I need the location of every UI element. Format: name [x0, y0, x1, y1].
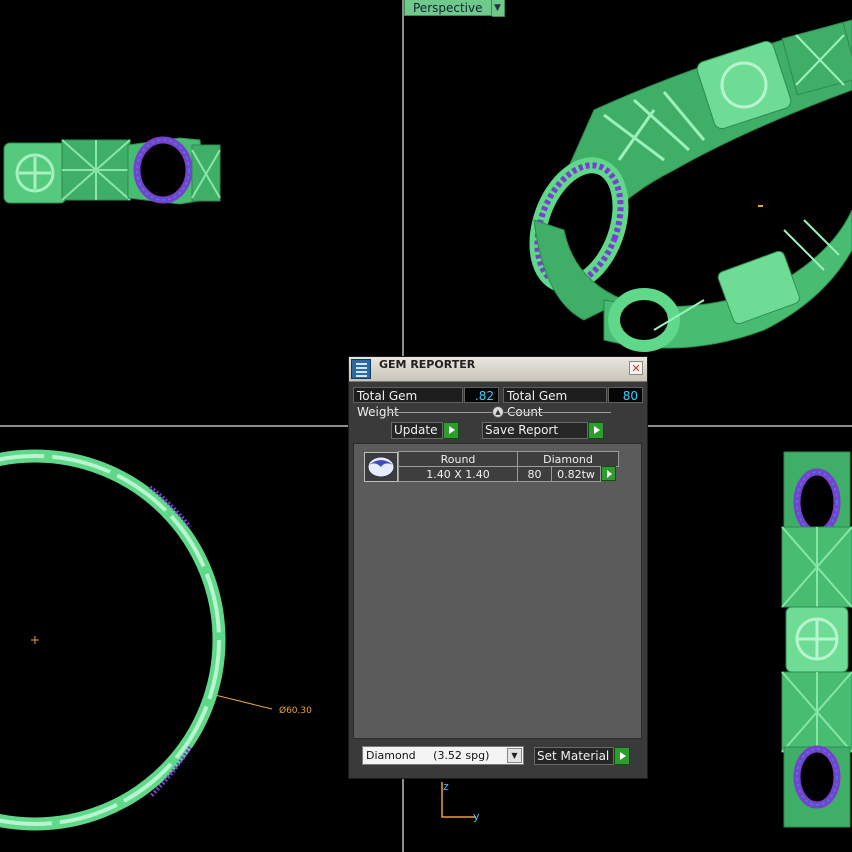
save-report-button[interactable]: Save Report — [482, 422, 588, 439]
collapse-toggle-icon[interactable]: ▲ — [492, 406, 504, 418]
total-gem-weight-label: Total Gem Weight — [353, 387, 463, 419]
round-gem-icon — [364, 452, 398, 482]
material-select[interactable]: Diamond (3.52 spg) ▼ — [362, 746, 524, 765]
perspective-label[interactable]: Perspective — [404, 0, 492, 16]
cad-workspace: z y Perspective ▼ Ø60.30 GEM REPORTER ✕ … — [0, 0, 852, 852]
gem-size: 1.40 X 1.40 — [398, 466, 518, 482]
viewport-top-left[interactable] — [0, 0, 402, 425]
gem-reporter-dialog: GEM REPORTER ✕ Total Gem Weight .82 Tota… — [348, 356, 648, 779]
update-button[interactable]: Update — [391, 422, 443, 439]
gem-material: Diamond — [517, 451, 619, 467]
axis-z-label: z — [443, 780, 449, 793]
update-go-icon[interactable] — [443, 422, 459, 439]
chevron-down-icon[interactable]: ▼ — [491, 0, 505, 17]
material-select-value: Diamond (3.52 spg) — [366, 749, 490, 762]
dialog-titlebar[interactable]: GEM REPORTER ✕ — [349, 357, 647, 382]
gem-shape: Round — [398, 451, 518, 467]
gem-list-panel: Round Diamond 1.40 X 1.40 80 0.82tw — [353, 443, 642, 739]
close-icon[interactable]: ✕ — [629, 361, 643, 375]
total-gem-count-value: 80 — [608, 387, 643, 403]
set-material-button[interactable]: Set Material — [534, 747, 614, 765]
bracelet-side-view — [3, 136, 221, 205]
chevron-down-icon[interactable]: ▼ — [507, 748, 522, 763]
viewport-bottom-left[interactable] — [0, 427, 402, 852]
gem-row-go-icon[interactable] — [601, 466, 616, 481]
total-gem-count-label: Total Gem Count — [503, 387, 607, 419]
dialog-title: GEM REPORTER — [379, 358, 476, 371]
gem-count: 80 — [517, 466, 552, 482]
gem-weight: 0.82tw — [551, 466, 601, 482]
set-material-go-icon[interactable] — [614, 747, 630, 765]
save-report-go-icon[interactable] — [588, 422, 604, 439]
total-gem-weight-value: .82 — [464, 387, 499, 403]
gem-reporter-icon — [351, 359, 371, 379]
perspective-view-selector[interactable]: Perspective ▼ — [404, 0, 505, 17]
diameter-dimension-label: Ø60.30 — [279, 706, 312, 716]
axis-y-label: y — [473, 810, 480, 823]
